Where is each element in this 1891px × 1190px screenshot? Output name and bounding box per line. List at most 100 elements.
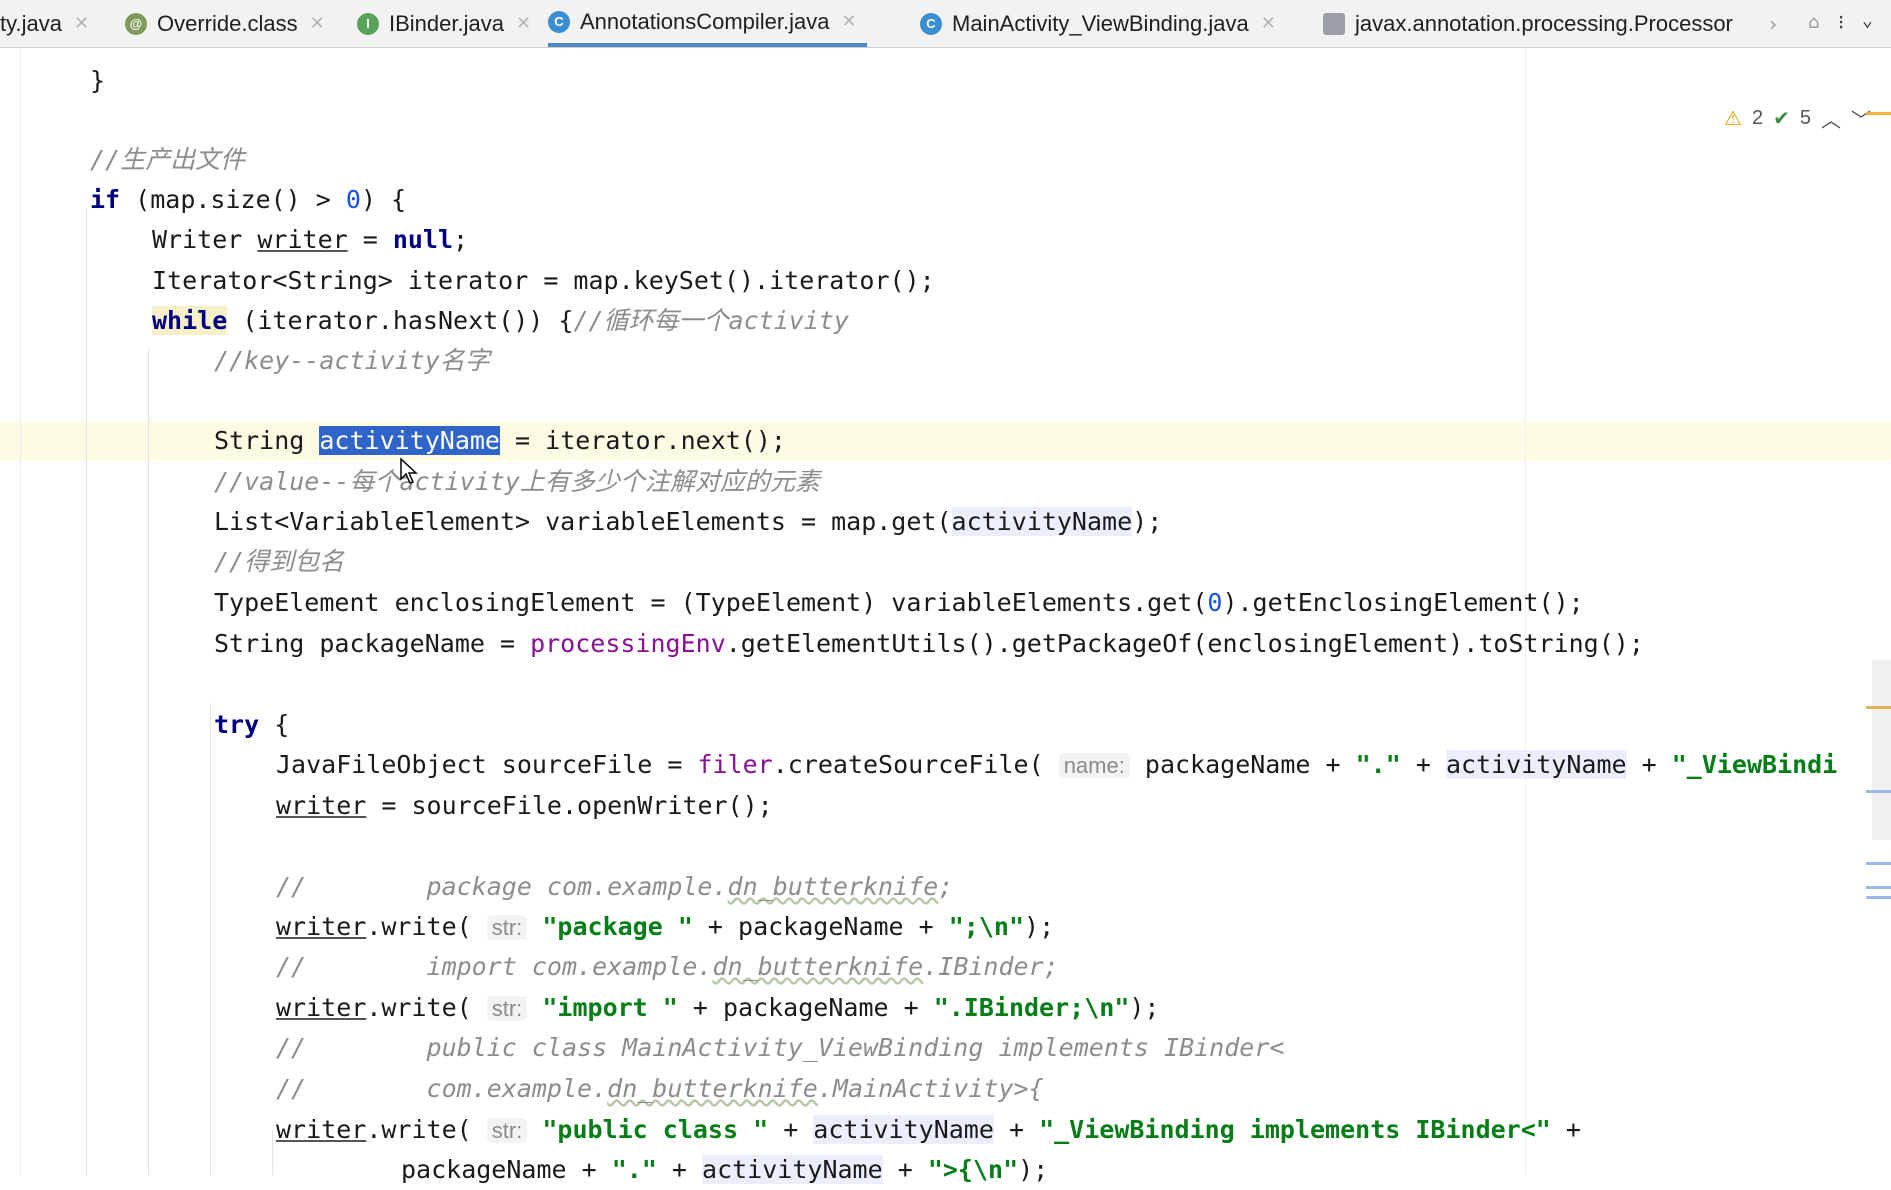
code-line[interactable]: TypeElement enclosingElement = (TypeElem… xyxy=(214,583,1584,623)
code-line[interactable]: writer.write( str: "package " + packageN… xyxy=(276,907,1054,947)
reassigned-variable: writer xyxy=(257,225,348,254)
tab-annotationscompiler-java[interactable]: C AnnotationsCompiler.java ✕ xyxy=(548,0,867,47)
string-literal: ".IBinder;\n" xyxy=(933,993,1130,1022)
string-literal: ";\n" xyxy=(948,912,1025,941)
code-line[interactable]: // com.example.dn_butterknife.MainActivi… xyxy=(276,1069,1044,1109)
code-text: + xyxy=(1550,1115,1581,1144)
indent-guide xyxy=(148,348,149,1175)
tab-ibinder-java[interactable]: I IBinder.java ✕ xyxy=(357,0,531,47)
identifier-usage: activityName xyxy=(951,507,1133,536)
identifier-usage: activityName xyxy=(1445,750,1627,779)
scroll-marker xyxy=(1866,790,1891,793)
code-text: { xyxy=(259,710,290,739)
code-text: ); xyxy=(1018,1155,1049,1184)
code-text: TypeElement enclosingElement = (TypeElem… xyxy=(214,588,1208,617)
code-line[interactable]: // public class MainActivity_ViewBinding… xyxy=(276,1028,1284,1068)
code-text: = xyxy=(347,225,393,254)
chevron-right-icon[interactable]: › xyxy=(1767,12,1779,36)
code-line[interactable]: Iterator<String> iterator = map.keySet()… xyxy=(152,261,935,301)
code-text: packageName + xyxy=(1129,750,1356,779)
scrollbar-thumb[interactable] xyxy=(1872,660,1891,840)
code-line[interactable]: try { xyxy=(214,705,289,745)
tab-partial-java[interactable]: ty.java ✕ xyxy=(0,0,89,47)
code-text: String packageName = xyxy=(214,629,531,658)
code-text: + xyxy=(768,1115,814,1144)
code-text: ; xyxy=(453,225,469,254)
comment: //key--activity名字 xyxy=(214,346,490,375)
tab-override-class[interactable]: @ Override.class ✕ xyxy=(125,0,325,47)
more-icon[interactable]: ⁝ xyxy=(1838,10,1844,34)
code-line[interactable]: while (iterator.hasNext()) {//循环每一个activ… xyxy=(152,301,849,341)
reassigned-variable: writer xyxy=(276,1115,367,1144)
next-highlight-icon[interactable]: ﹀ xyxy=(1851,104,1871,133)
scroll-marker xyxy=(1866,706,1891,709)
previous-highlight-icon[interactable]: ︿ xyxy=(1821,104,1841,133)
code-text: } xyxy=(90,66,106,95)
tab-mainactivity-viewbinding-java[interactable]: C MainActivity_ViewBinding.java ✕ xyxy=(920,0,1276,47)
weak-warning-count: 5 xyxy=(1799,107,1811,129)
comment: // com.example. xyxy=(276,1074,608,1103)
tab-label: IBinder.java xyxy=(389,10,504,36)
code-line[interactable]: packageName + "." + activityName + ">{\n… xyxy=(401,1150,1048,1190)
tab-label: AnnotationsCompiler.java xyxy=(580,8,830,34)
parameter-hint: str: xyxy=(486,996,528,1021)
class-icon: C xyxy=(548,10,570,33)
comment: // package com.example. xyxy=(276,872,728,901)
close-icon[interactable]: ✕ xyxy=(310,13,325,34)
comment-typo: dn_butterknife xyxy=(712,952,924,981)
code-text: + xyxy=(656,1155,703,1184)
identifier-usage: activityName xyxy=(702,1155,883,1184)
code-line[interactable]: String packageName = processingEnv.getEl… xyxy=(214,624,1644,664)
code-line[interactable]: //生产出文件 xyxy=(90,140,245,180)
code-line[interactable]: writer.write( str: "import " + packageNa… xyxy=(276,988,1159,1028)
code-line[interactable]: //得到包名 xyxy=(214,542,344,582)
code-text: + xyxy=(882,1155,928,1184)
parameter-hint: str: xyxy=(486,1118,528,1143)
chevron-down-icon[interactable]: ⌄ xyxy=(1862,10,1873,31)
code-line[interactable]: writer.write( str: "public class " + act… xyxy=(276,1110,1581,1150)
code-line[interactable]: writer = sourceFile.openWriter(); xyxy=(276,786,773,826)
string-literal: "public class " xyxy=(542,1115,769,1144)
inspection-widget[interactable]: ⚠ 2 ✔ 5 ︿ ﹀ xyxy=(1724,104,1871,133)
comment: .IBinder; xyxy=(923,952,1059,981)
code-line-current[interactable]: String activityName = iterator.next(); xyxy=(214,421,786,461)
code-text: ); xyxy=(1129,993,1160,1022)
comment: ; xyxy=(938,872,954,901)
code-line[interactable]: //value--每个activity上有多少个注解对应的元素 xyxy=(214,462,820,502)
field-reference: filer xyxy=(697,750,773,779)
code-line[interactable]: // import com.example.dn_butterknife.IBi… xyxy=(276,947,1059,987)
code-line[interactable]: } xyxy=(90,61,105,101)
code-text: .createSourceFile( xyxy=(772,750,1059,779)
scroll-marker xyxy=(1866,896,1891,899)
code-line[interactable]: JavaFileObject sourceFile = filer.create… xyxy=(276,745,1837,785)
string-literal: "." xyxy=(1355,750,1401,779)
close-icon[interactable]: ✕ xyxy=(1261,13,1276,34)
tab-processor-file[interactable]: javax.annotation.processing.Processor xyxy=(1323,0,1763,47)
string-literal: "." xyxy=(611,1155,657,1184)
code-editor[interactable]: ⚠ 2 ✔ 5 ︿ ﹀ } //生产出文件 if (map.size() > 0… xyxy=(0,48,1891,1184)
string-literal: "_ViewBindi xyxy=(1671,750,1838,779)
close-icon[interactable]: ✕ xyxy=(516,13,531,34)
code-text: ); xyxy=(1132,507,1163,536)
file-icon xyxy=(1323,12,1345,35)
code-line[interactable]: if (map.size() > 0) { xyxy=(90,180,406,220)
tab-label: MainActivity_ViewBinding.java xyxy=(952,10,1249,36)
indent-guide xyxy=(210,703,211,1175)
number-literal: 0 xyxy=(345,185,361,214)
tab-label: ty.java xyxy=(0,10,62,36)
close-icon[interactable]: ✕ xyxy=(841,11,856,32)
comment: // import com.example. xyxy=(276,952,713,981)
reassigned-variable: writer xyxy=(276,993,367,1022)
code-text: .write( xyxy=(366,1115,487,1144)
code-line[interactable]: // package com.example.dn_butterknife; xyxy=(276,867,953,907)
tab-label: Override.class xyxy=(157,10,298,36)
pin-icon[interactable]: ⌂ xyxy=(1808,12,1819,33)
code-text: .write( xyxy=(366,993,487,1022)
keyword: if xyxy=(90,185,121,214)
code-line[interactable]: List<VariableElement> variableElements =… xyxy=(214,502,1162,542)
code-line[interactable]: //key--activity名字 xyxy=(214,341,490,381)
close-icon[interactable]: ✕ xyxy=(74,13,89,34)
code-line[interactable]: Writer writer = null; xyxy=(152,220,468,260)
